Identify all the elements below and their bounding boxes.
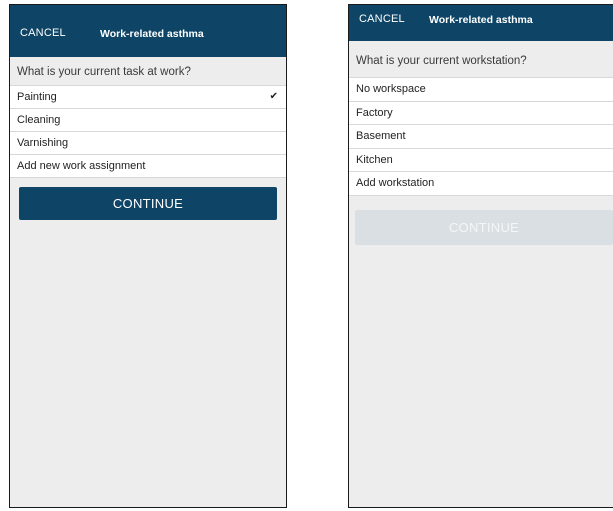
add-work-assignment-item[interactable]: Add new work assignment xyxy=(10,154,286,178)
list-item-label: Add new work assignment xyxy=(17,160,146,172)
workstation-list: No workspace Factory Basement Kitchen Ad… xyxy=(349,77,613,196)
question-label: What is your current workstation? xyxy=(349,41,613,77)
question-label: What is your current task at work? xyxy=(10,57,286,85)
list-item-varnishing[interactable]: Varnishing xyxy=(10,131,286,154)
task-list: Painting ✔ Cleaning Varnishing Add new w… xyxy=(10,85,286,178)
list-item-label: Kitchen xyxy=(356,153,393,166)
list-item-factory[interactable]: Factory xyxy=(349,100,613,124)
checkmark-icon: ✔ xyxy=(269,91,278,102)
app-header: CANCEL Work-related asthma xyxy=(349,5,613,41)
list-item-label: Add workstation xyxy=(356,177,435,189)
phone-screen-task: CANCEL Work-related asthma What is your … xyxy=(9,4,287,508)
list-item-label: Varnishing xyxy=(17,137,69,149)
list-item-kitchen[interactable]: Kitchen xyxy=(349,147,613,171)
cancel-button[interactable]: CANCEL xyxy=(20,27,66,39)
app-header: CANCEL Work-related asthma xyxy=(10,5,286,57)
list-item-label: Basement xyxy=(356,130,406,142)
continue-button-disabled[interactable]: CONTINUE xyxy=(355,209,613,245)
add-workstation-item[interactable]: Add workstation xyxy=(349,171,613,196)
cancel-button[interactable]: CANCEL xyxy=(359,13,405,25)
list-item-label: Factory xyxy=(356,106,393,119)
phone-screen-workstation: CANCEL Work-related asthma What is your … xyxy=(348,4,613,508)
continue-button[interactable]: CONTINUE xyxy=(19,187,277,220)
list-item-label: No workspace xyxy=(356,83,426,95)
list-item-painting[interactable]: Painting ✔ xyxy=(10,85,286,108)
header-title: Work-related asthma xyxy=(429,14,533,26)
list-item-no-workspace[interactable]: No workspace xyxy=(349,77,613,101)
list-item-label: Cleaning xyxy=(17,114,61,126)
list-item-label: Painting xyxy=(17,91,57,103)
list-item-basement[interactable]: Basement xyxy=(349,124,613,148)
list-item-cleaning[interactable]: Cleaning xyxy=(10,108,286,131)
header-title: Work-related asthma xyxy=(100,28,204,40)
